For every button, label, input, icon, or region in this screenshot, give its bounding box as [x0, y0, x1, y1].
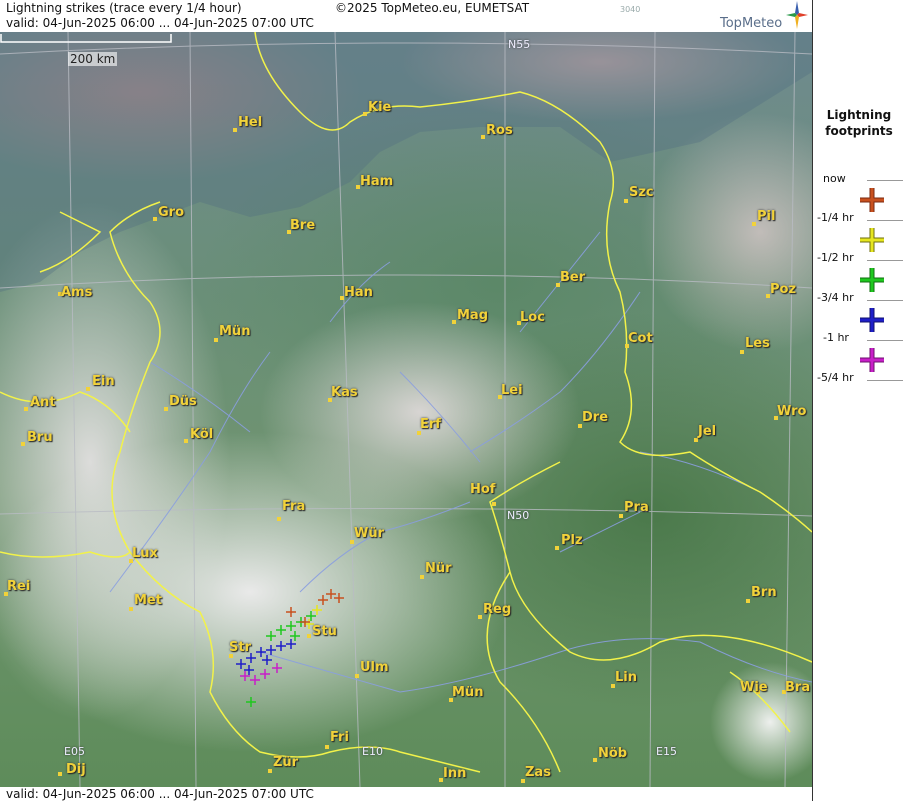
footer-bar: valid: 04-Jun-2025 06:00 ... 04-Jun-2025… [0, 787, 812, 801]
city-label[interactable]: Hof [470, 482, 495, 497]
legend-title-line1: Lightning [826, 108, 892, 122]
city-label[interactable]: Mag [457, 308, 488, 323]
city-label[interactable]: Ant [30, 395, 56, 410]
city-label[interactable]: Mün [219, 324, 250, 339]
city-label[interactable]: Inn [443, 766, 466, 781]
city-label[interactable]: Les [745, 336, 770, 351]
valid-time-top: valid: 04-Jun-2025 06:00 ... 04-Jun-2025… [6, 16, 314, 30]
city-label[interactable]: Zas [525, 765, 551, 780]
city-label[interactable]: Lux [132, 546, 158, 561]
city-label[interactable]: Reg [483, 602, 511, 617]
city-label[interactable]: Kie [368, 100, 391, 115]
city-label[interactable]: Gro [158, 205, 184, 220]
city-label[interactable]: Met [134, 593, 162, 608]
city-label[interactable]: Kas [331, 385, 358, 400]
city-label[interactable]: Brn [751, 585, 777, 600]
city-label[interactable]: Cot [628, 331, 653, 346]
legend-divider [867, 380, 903, 381]
grid-label-n55: N55 [508, 38, 531, 51]
header-bar: Lightning strikes (trace every 1/4 hour)… [0, 0, 812, 32]
compass-logo-icon [786, 1, 808, 29]
city-label[interactable]: Rei [7, 579, 30, 594]
legend-divider [867, 220, 903, 221]
city-label[interactable]: Hel [238, 115, 262, 130]
city-label[interactable]: Jel [698, 424, 716, 439]
legend-label-half: -1/2 hr [817, 251, 854, 264]
city-label[interactable]: Köl [190, 427, 213, 442]
copyright-text: ©2025 TopMeteo.eu, EUMETSAT [335, 1, 530, 15]
city-label[interactable]: Szc [629, 185, 654, 200]
grid-label-e15: E15 [656, 745, 677, 758]
cross-icon-half [860, 268, 884, 292]
legend-divider [867, 180, 903, 181]
city-label[interactable]: Stu [312, 624, 337, 639]
city-label[interactable]: Fri [330, 730, 349, 745]
legend-divider [867, 300, 903, 301]
legend-label-one-hour: -1 hr [823, 331, 849, 344]
grid-label-e05: E05 [64, 745, 85, 758]
product-code: 3040 [620, 5, 641, 14]
city-label[interactable]: Wie [740, 680, 768, 695]
legend-label-three-quarter: -3/4 hr [817, 291, 854, 304]
city-label[interactable]: Wro [777, 404, 806, 419]
city-label[interactable]: Ams [61, 285, 92, 300]
city-label[interactable]: Pil [757, 209, 775, 224]
city-label[interactable]: Wür [354, 526, 384, 541]
grid-label-n50: N50 [507, 509, 530, 522]
legend-label-quarter: -1/4 hr [817, 211, 854, 224]
brand-name[interactable]: TopMeteo [720, 16, 782, 31]
grid-label-e10: E10 [362, 745, 383, 758]
legend-label-five-quarter: -5/4 hr [817, 371, 854, 384]
legend-title-line2: footprints [825, 124, 893, 138]
cross-icon-one-hour [860, 348, 884, 372]
city-label[interactable]: Ham [360, 174, 393, 189]
city-label[interactable]: Erf [420, 417, 441, 432]
city-label[interactable]: Plz [561, 533, 583, 548]
city-label[interactable]: Bre [290, 218, 315, 233]
city-label[interactable]: Bra [785, 680, 810, 695]
city-label[interactable]: Nür [425, 561, 452, 576]
cross-icon-now [860, 188, 884, 212]
city-label[interactable]: Lin [615, 670, 637, 685]
city-label[interactable]: Dre [582, 410, 608, 425]
city-label[interactable]: Düs [169, 394, 197, 409]
lightning-strikes [236, 589, 344, 707]
map-overlay [0, 32, 812, 787]
city-label[interactable]: Zür [273, 755, 298, 770]
city-label[interactable]: Lei [501, 383, 523, 398]
map-title: Lightning strikes (trace every 1/4 hour) [6, 1, 242, 15]
cross-icon-three-quarter [860, 308, 884, 332]
city-label[interactable]: Pra [624, 500, 649, 515]
scale-label: 200 km [68, 52, 118, 66]
valid-time-bottom: valid: 04-Jun-2025 06:00 ... 04-Jun-2025… [6, 787, 314, 801]
legend-panel: Lightning footprints now -1/4 hr -1/2 hr… [812, 0, 904, 801]
city-label[interactable]: Fra [282, 499, 305, 514]
city-label[interactable]: Mün [452, 685, 483, 700]
scale-bar [0, 34, 172, 43]
cross-icon-quarter [860, 228, 884, 252]
city-label[interactable]: Loc [520, 310, 545, 325]
city-label[interactable]: Ber [560, 270, 585, 285]
legend-divider [867, 260, 903, 261]
city-label[interactable]: Nöb [598, 746, 627, 761]
city-label[interactable]: Dij [66, 762, 86, 777]
legend-divider [867, 340, 903, 341]
city-label[interactable]: Ein [92, 374, 115, 389]
legend-label-now: now [823, 172, 846, 185]
city-label[interactable]: Ulm [360, 660, 389, 675]
satellite-map[interactable]: 200 km N55 N50 E05 E10 E15 Hel Kie Ros H… [0, 32, 812, 787]
city-label[interactable]: Bru [27, 430, 53, 445]
legend-title: Lightning footprints [813, 107, 904, 139]
city-label[interactable]: Ros [486, 123, 513, 138]
city-label[interactable]: Poz [770, 282, 796, 297]
city-label[interactable]: Str [229, 640, 251, 655]
city-label[interactable]: Han [344, 285, 373, 300]
